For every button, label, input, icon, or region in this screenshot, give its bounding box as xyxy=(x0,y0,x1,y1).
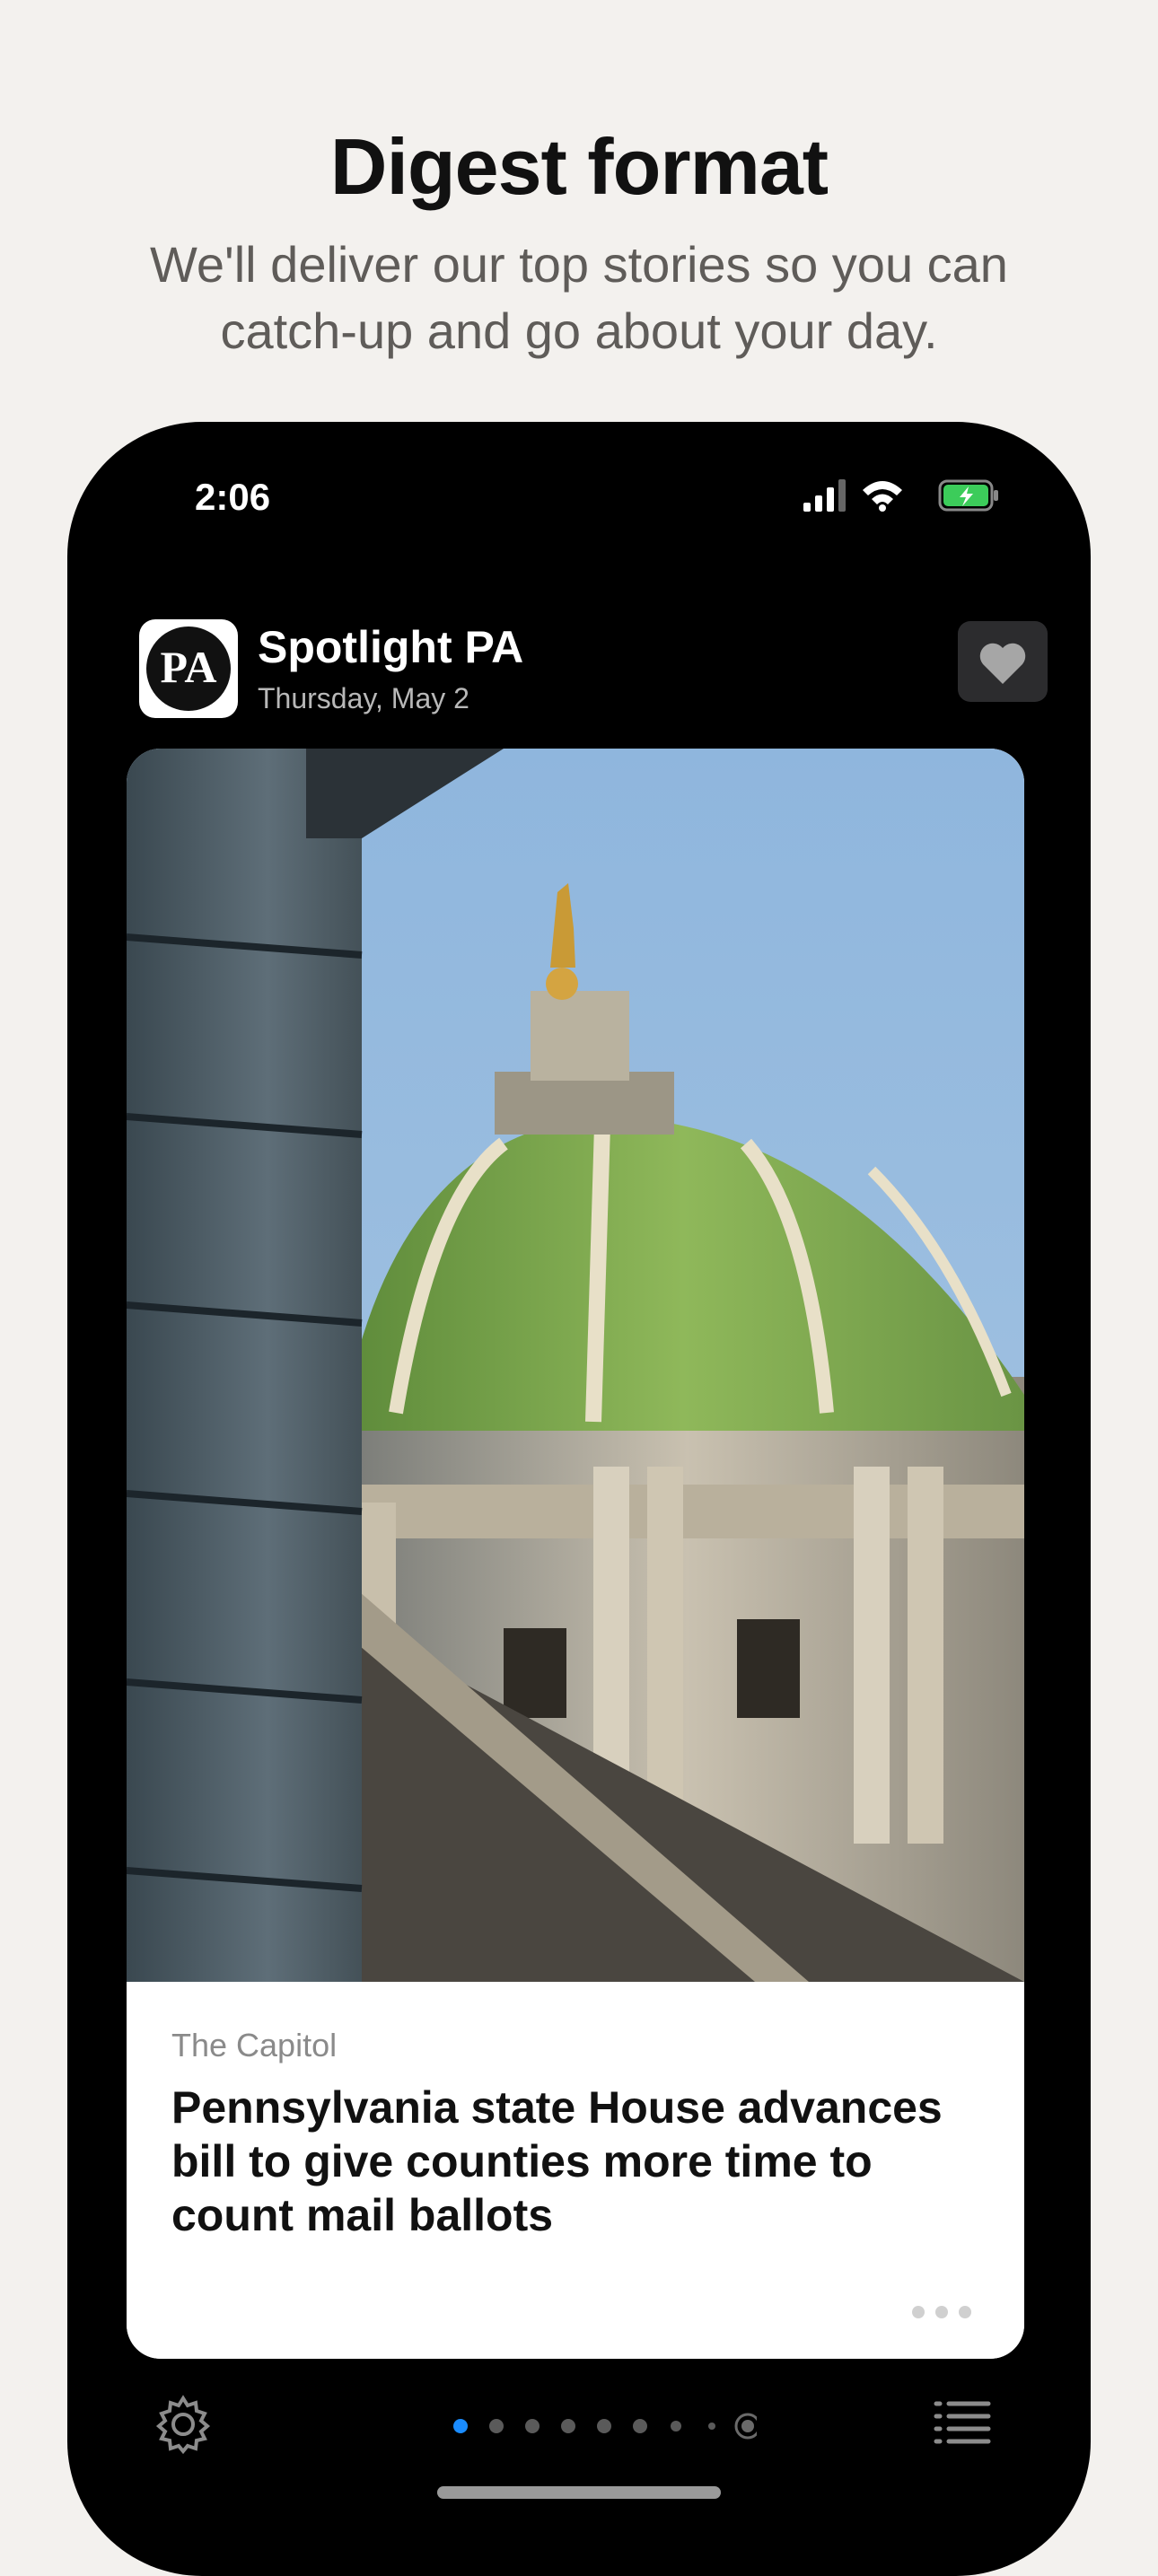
heart-icon xyxy=(979,643,1026,684)
page-dot[interactable] xyxy=(633,2419,647,2433)
story-text: The Capitol Pennsylvania state House adv… xyxy=(127,1982,1024,2359)
subheadline: We'll deliver our top stories so you can… xyxy=(150,236,1008,359)
page-dot[interactable] xyxy=(708,2423,715,2430)
app-logo-text: PA xyxy=(160,642,217,692)
digest-date: Thursday, May 2 xyxy=(258,682,469,714)
page-dot-summary xyxy=(741,2420,754,2432)
bottom-toolbar xyxy=(67,2386,1091,2475)
page-dot[interactable] xyxy=(597,2419,611,2433)
list-icon[interactable] xyxy=(933,2398,992,2449)
story-title: Pennsylvania state House advances bill t… xyxy=(171,2082,943,2240)
app-name: Spotlight PA xyxy=(258,622,524,672)
wifi-icon xyxy=(861,479,904,512)
status-time: 2:06 xyxy=(195,476,271,518)
cellular-signal-icon xyxy=(803,479,848,512)
home-indicator xyxy=(437,2486,721,2499)
favorite-button[interactable] xyxy=(958,621,1048,702)
more-dots-icon[interactable] xyxy=(911,2305,972,2319)
page-dot[interactable] xyxy=(525,2419,540,2433)
page-indicator[interactable] xyxy=(452,2413,757,2440)
page-dot[interactable] xyxy=(671,2421,681,2431)
gear-icon[interactable] xyxy=(154,2395,213,2454)
story-section: The Capitol xyxy=(171,2027,338,2063)
headline: Digest format xyxy=(329,122,829,211)
battery-charging-icon xyxy=(938,479,1001,512)
page-dot[interactable] xyxy=(561,2419,575,2433)
app-logo: PA xyxy=(139,619,238,718)
page-dot[interactable] xyxy=(489,2419,504,2433)
page-dot-active[interactable] xyxy=(453,2419,468,2433)
story-photo xyxy=(127,749,1024,1982)
phone-frame: 2:06 PA Spotlight PA Thursday, May 2 The… xyxy=(67,422,1091,2576)
story-card[interactable]: The Capitol Pennsylvania state House adv… xyxy=(127,749,1024,2359)
